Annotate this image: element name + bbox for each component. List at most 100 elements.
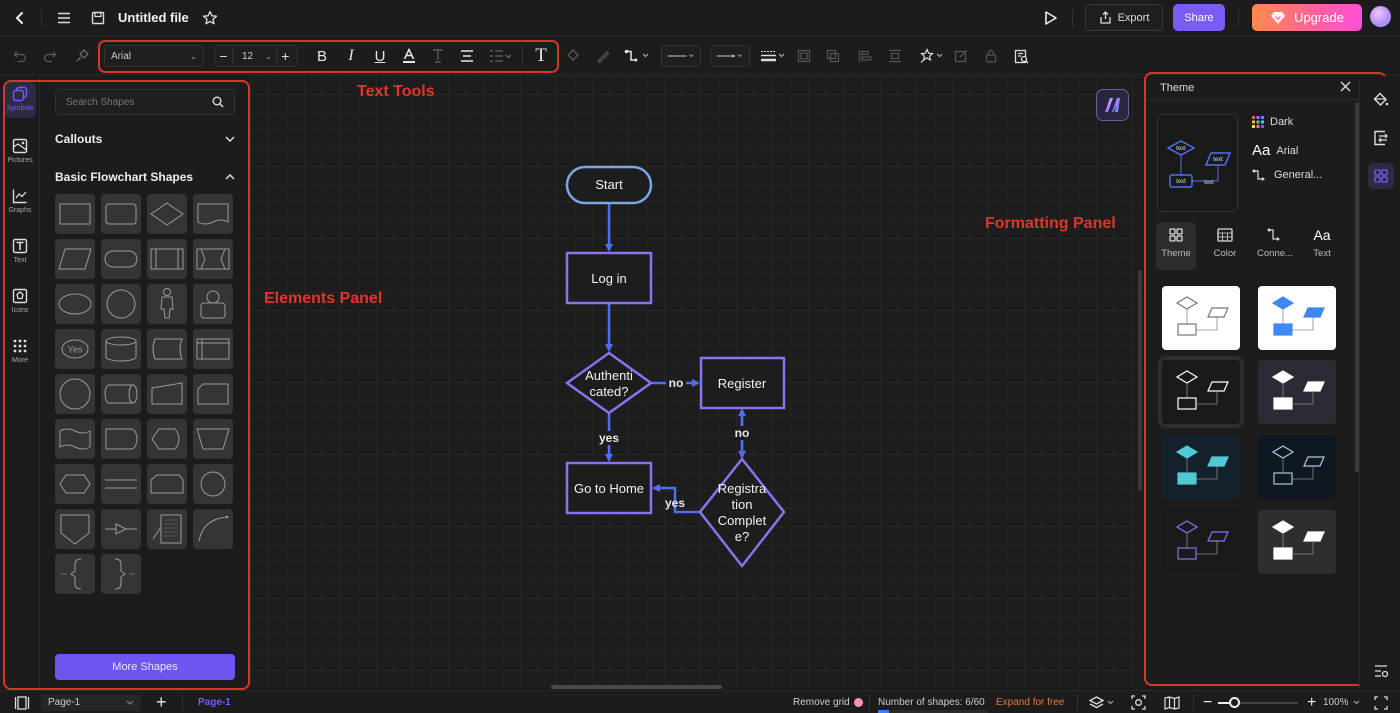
- current-theme-preview[interactable]: text text text text: [1157, 114, 1238, 212]
- find-replace-button[interactable]: [1011, 45, 1031, 67]
- expand-for-free-link[interactable]: Expand for free: [996, 694, 1064, 711]
- section-basic-flowchart[interactable]: Basic Flowchart Shapes: [55, 170, 235, 184]
- theme-swatch-grey-filled[interactable]: [1258, 510, 1336, 574]
- theme-swatch-navy-teal[interactable]: [1162, 435, 1240, 499]
- shape-tile[interactable]: [193, 239, 233, 279]
- redo-button[interactable]: [40, 45, 60, 67]
- shape-tile[interactable]: [55, 194, 95, 234]
- text-box-button[interactable]: T: [531, 45, 551, 67]
- font-color-button[interactable]: [399, 45, 419, 67]
- effects-button[interactable]: [918, 45, 946, 67]
- favorite-button[interactable]: [198, 6, 222, 30]
- theme-swatch-navy-outline[interactable]: [1258, 435, 1336, 499]
- shape-tile[interactable]: [55, 554, 95, 594]
- shape-tile[interactable]: [101, 374, 141, 414]
- tab-color[interactable]: Color: [1205, 222, 1245, 270]
- zoom-level-select[interactable]: 100%: [1323, 694, 1360, 711]
- search-shapes-input[interactable]: Search Shapes: [55, 89, 235, 115]
- fill-style-button[interactable]: [1368, 87, 1394, 113]
- remove-grid-button[interactable]: Remove grid: [793, 694, 863, 711]
- connector-button[interactable]: [623, 45, 653, 67]
- zoom-out-button[interactable]: −: [1203, 694, 1212, 711]
- increase-font-button[interactable]: +: [275, 48, 294, 64]
- underline-button[interactable]: U: [370, 45, 390, 67]
- shape-tile[interactable]: [55, 509, 95, 549]
- page-settings-button[interactable]: [1368, 125, 1394, 151]
- text-highlight-button[interactable]: [428, 45, 448, 67]
- rail-item-more[interactable]: More: [4, 334, 36, 378]
- shape-tile[interactable]: [147, 509, 187, 549]
- fullscreen-button[interactable]: [1374, 694, 1388, 711]
- shape-tile[interactable]: [55, 464, 95, 504]
- shape-tile[interactable]: [147, 329, 187, 369]
- theme-swatch-dark-outline[interactable]: [1162, 360, 1240, 424]
- present-button[interactable]: [1039, 6, 1063, 30]
- line-weight-button[interactable]: [759, 45, 787, 67]
- file-title[interactable]: Untitled file: [118, 10, 189, 25]
- theme-swatch-white-blue[interactable]: [1258, 286, 1336, 350]
- tab-connector[interactable]: Conne...: [1253, 222, 1297, 270]
- rail-item-graphs[interactable]: Graphs: [4, 184, 36, 228]
- shape-tile[interactable]: [55, 239, 95, 279]
- theme-swatch-white-outline[interactable]: [1162, 286, 1240, 350]
- share-button[interactable]: Share: [1173, 4, 1225, 31]
- theme-font[interactable]: Aa Arial: [1252, 142, 1298, 159]
- user-avatar[interactable]: [1370, 6, 1391, 27]
- page-panel-toggle[interactable]: [14, 694, 30, 711]
- shape-tile[interactable]: [147, 374, 187, 414]
- page-select[interactable]: Page-1: [41, 694, 141, 711]
- line-spacing-button[interactable]: [487, 45, 515, 67]
- tab-theme[interactable]: Theme: [1156, 222, 1196, 270]
- shape-tile[interactable]: [193, 329, 233, 369]
- shape-tile[interactable]: [55, 284, 95, 324]
- chevron-down-icon[interactable]: ⌄: [265, 52, 272, 61]
- search-icon[interactable]: [212, 96, 224, 108]
- align-button[interactable]: [457, 45, 477, 67]
- map-view-button[interactable]: [1164, 694, 1180, 711]
- shape-tile[interactable]: [193, 194, 233, 234]
- lock-button[interactable]: [981, 45, 1001, 67]
- shape-tile[interactable]: [55, 419, 95, 459]
- font-size-value[interactable]: 12: [242, 51, 253, 62]
- distribute-button[interactable]: [885, 45, 905, 67]
- align-objects-button[interactable]: [855, 45, 875, 67]
- zoom-in-button[interactable]: +: [1307, 694, 1316, 711]
- vertical-scrollbar[interactable]: [1138, 270, 1142, 490]
- more-shapes-button[interactable]: More Shapes: [55, 654, 235, 680]
- shape-tile[interactable]: [193, 374, 233, 414]
- ai-assistant-button[interactable]: [1096, 89, 1129, 121]
- export-button[interactable]: Export: [1085, 4, 1163, 31]
- node-start[interactable]: Start: [565, 165, 653, 205]
- canvas[interactable]: Text Tools Elements Panel Formatting Pan…: [250, 76, 1143, 688]
- line-color-button[interactable]: [593, 45, 613, 67]
- shape-tile[interactable]: [193, 284, 233, 324]
- theme-swatch-dark-purple[interactable]: [1162, 510, 1240, 574]
- font-family-select[interactable]: Arial ⌄: [104, 45, 204, 67]
- theme-connector[interactable]: General...: [1252, 169, 1322, 181]
- close-panel-button[interactable]: [1340, 81, 1351, 92]
- shape-tile[interactable]: [101, 329, 141, 369]
- arrow-style-select[interactable]: [710, 45, 750, 67]
- undo-button[interactable]: [10, 45, 30, 67]
- upgrade-button[interactable]: Upgrade: [1252, 4, 1362, 31]
- line-style-select[interactable]: [661, 45, 701, 67]
- rail-item-pictures[interactable]: Pictures: [4, 134, 36, 178]
- shape-tile[interactable]: [101, 419, 141, 459]
- bold-button[interactable]: B: [312, 45, 332, 67]
- node-login[interactable]: Log in: [565, 251, 653, 305]
- shape-tile[interactable]: [193, 419, 233, 459]
- shape-tile[interactable]: [147, 194, 187, 234]
- zoom-slider-handle[interactable]: [1229, 697, 1240, 708]
- node-register[interactable]: Register: [699, 356, 786, 410]
- shape-tile[interactable]: [193, 509, 233, 549]
- fill-button[interactable]: [563, 45, 583, 67]
- shape-tile[interactable]: [55, 374, 95, 414]
- add-page-button[interactable]: +: [156, 692, 167, 712]
- horizontal-scrollbar[interactable]: [551, 685, 722, 689]
- save-button[interactable]: [86, 6, 110, 30]
- focus-mode-button[interactable]: [1131, 694, 1146, 711]
- shape-tile[interactable]: [147, 284, 187, 324]
- theme-button[interactable]: [1368, 163, 1394, 189]
- italic-button[interactable]: I: [341, 45, 361, 67]
- node-registration-complete[interactable]: Registra tion Complet e?: [698, 456, 786, 569]
